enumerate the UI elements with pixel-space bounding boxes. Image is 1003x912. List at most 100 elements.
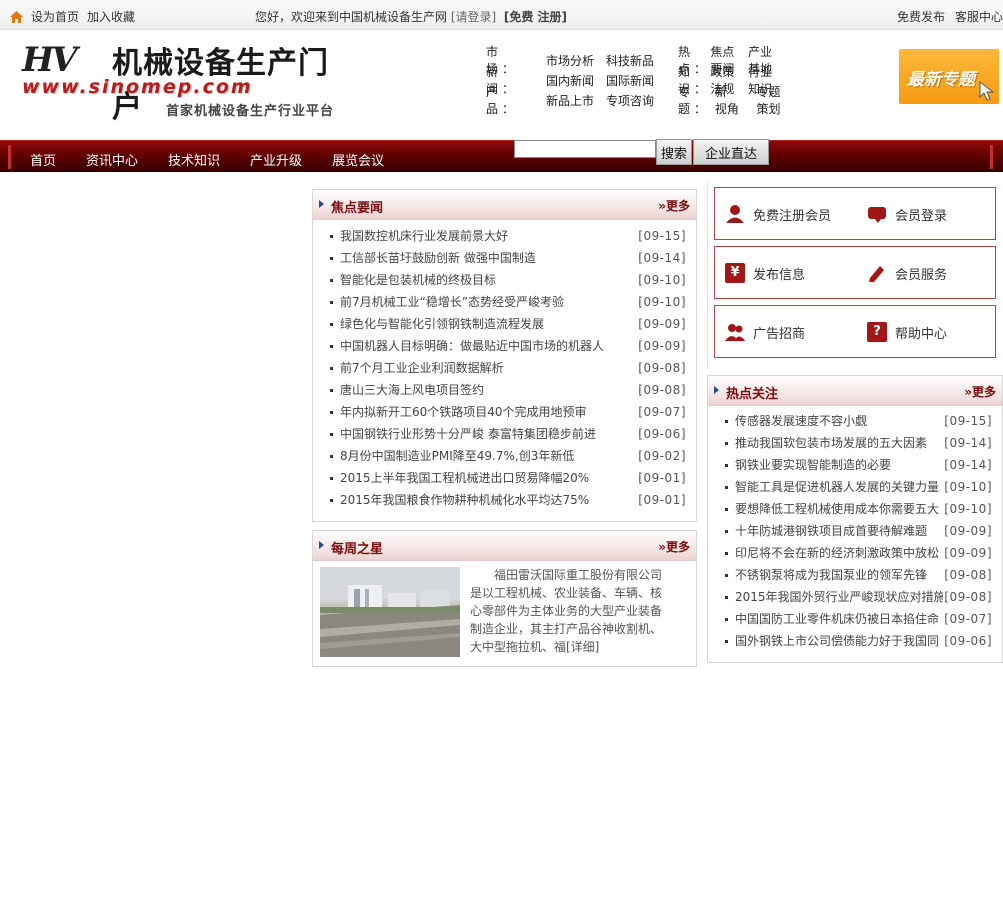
list-item: 中国机器人目标明确：做最贴近中国市场的机器人 [09-09] — [313, 335, 696, 357]
focus-news-list: 我国数控机床行业发展前景大好 [09-15] 工信部长苗圩鼓励创新 做强中国制造 [… — [313, 225, 696, 511]
news-link[interactable]: 不锈钢泵将成为我国泵业的领军先锋 — [735, 564, 943, 586]
panel-header: 每周之星 »更多 — [313, 531, 696, 561]
news-date: [09-09] — [638, 317, 686, 331]
nav-news-center[interactable]: 资讯中心 — [86, 150, 138, 169]
yen-icon: ¥ — [725, 263, 745, 283]
nav-link[interactable]: 国内新闻 — [546, 72, 594, 89]
nav-exhibitions[interactable]: 展览会议 — [332, 150, 384, 169]
nav-label: 产 品： — [486, 85, 519, 116]
news-link[interactable]: 2015年我国粮食作物耕种机械化水平均达75% — [340, 489, 608, 511]
nav-link[interactable]: 新品上市 — [546, 92, 594, 109]
news-link[interactable]: 智能化是包装机械的终极目标 — [340, 269, 608, 291]
news-link[interactable]: 印尼将不会在新的经济刺激政策中放松 — [735, 542, 943, 564]
nav-home[interactable]: 首页 — [30, 150, 56, 169]
cursor-icon — [979, 81, 995, 101]
nav-link[interactable]: 科技新品 — [606, 52, 654, 69]
nav-link[interactable]: 国际新闻 — [606, 72, 654, 89]
hot-news-list: 传感器发展速度不容小觑 [09-15] 推动我国软包装市场发展的五大因素 [09-1… — [708, 410, 1002, 652]
news-date: [09-02] — [638, 449, 686, 463]
news-date: [09-10] — [638, 295, 686, 309]
news-link[interactable]: 绿色化与智能化引领钢铁制造流程发展 — [340, 313, 608, 335]
news-link[interactable]: 2015上半年我国工程机械进出口贸易降幅20% — [340, 467, 608, 489]
news-link[interactable]: 钢铁业要实现智能制造的必要 — [735, 454, 943, 476]
weekly-star-panel: 每周之星 »更多 福田雷沃国际重工股份有限公司是以工程机械、农业装备、车辆、核心… — [312, 530, 697, 667]
service-box: 免费注册会员 会员登录 — [714, 187, 996, 240]
ad-recruit-button[interactable]: 广告招商 — [725, 322, 805, 342]
service-label: 帮助中心 — [895, 326, 948, 342]
news-link[interactable]: 中国钢铁行业形势十分严峻 泰富特集团稳步前进 — [340, 423, 608, 445]
list-item: 十年防城港钢铁项目成首要待解难题 [09-09] — [708, 520, 1002, 542]
list-item: 传感器发展速度不容小觑 [09-15] — [708, 410, 1002, 432]
welcome-message: 您好，欢迎来到中国机械设备生产网 [请登录] [免费 注册] — [255, 8, 567, 25]
service-label: 会员登录 — [895, 208, 948, 224]
pencil-icon — [869, 266, 884, 282]
member-login-button[interactable]: 会员登录 — [867, 204, 947, 224]
news-link[interactable]: 唐山三大海上风电项目签约 — [340, 379, 608, 401]
news-link[interactable]: 前7月机械工业“稳增长”态势经受严峻考验 — [340, 291, 608, 313]
news-link[interactable]: 8月份中国制造业PMI降至49.7%,创3年新低 — [340, 445, 608, 467]
question-icon: ? — [867, 322, 887, 342]
news-date: [09-07] — [638, 405, 686, 419]
top-bar-right: 免费发布 客服中心 — [897, 8, 1003, 25]
member-service-button[interactable]: 会员服务 — [867, 263, 947, 283]
more-link[interactable]: »更多 — [658, 197, 690, 214]
more-link[interactable]: »更多 — [658, 538, 690, 555]
search-button[interactable]: 搜索 — [656, 139, 692, 165]
news-date: [09-10] — [638, 273, 686, 287]
news-link[interactable]: 2015年我国外贸行业严峻现状应对措施 — [735, 586, 943, 608]
news-link[interactable]: 国外钢铁上市公司偿债能力好于我国同 — [735, 630, 943, 652]
list-item: 印尼将不会在新的经济刺激政策中放松 [09-09] — [708, 542, 1002, 564]
nav-industry-upgrade[interactable]: 产业升级 — [250, 150, 302, 169]
focus-news-panel: 焦点要闻 »更多 我国数控机床行业发展前景大好 [09-15] 工信部长苗圩鼓励创… — [312, 189, 697, 522]
header-nav-row: 产 品： 新品上市 专项咨询 专 题： 新 视角 专题策划 — [486, 85, 780, 116]
news-date: [09-09] — [638, 339, 686, 353]
top-bar: 设为首页 加入收藏 您好，欢迎来到中国机械设备生产网 [请登录] [免费 注册]… — [0, 0, 1003, 30]
free-post-link[interactable]: 免费发布 — [897, 8, 945, 25]
news-link[interactable]: 智能工具是促进机器人发展的关键力量 — [735, 476, 943, 498]
register-link[interactable]: [免费 注册] — [504, 10, 567, 24]
news-link[interactable]: 中国机器人目标明确：做最贴近中国市场的机器人 — [340, 335, 608, 357]
login-link[interactable]: [请登录] — [451, 10, 496, 24]
panel-header: 焦点要闻 »更多 — [313, 190, 696, 220]
news-date: [09-08] — [944, 568, 992, 582]
nav-link[interactable]: 新 视角 — [715, 83, 745, 117]
set-home-link[interactable]: 设为首页 — [31, 8, 79, 25]
news-link[interactable]: 工信部长苗圩鼓励创新 做强中国制造 — [340, 247, 608, 269]
add-favorite-link[interactable]: 加入收藏 — [87, 8, 135, 25]
free-register-button[interactable]: 免费注册会员 — [725, 204, 831, 224]
news-date: [09-06] — [638, 427, 686, 441]
news-date: [09-14] — [638, 251, 686, 265]
latest-topics-banner[interactable]: 最新专题 — [899, 49, 999, 104]
nav-tech-knowledge[interactable]: 技术知识 — [168, 150, 220, 169]
help-center-button[interactable]: ? 帮助中心 — [867, 322, 947, 342]
panel-title: 热点关注 — [726, 387, 779, 402]
company-direct-button[interactable]: 企业直达 — [693, 139, 769, 165]
news-link[interactable]: 前7个月工业企业利润数据解析 — [340, 357, 608, 379]
company-photo[interactable] — [320, 567, 460, 657]
list-item: 推动我国软包装市场发展的五大因素 [09-14] — [708, 432, 1002, 454]
service-center-link[interactable]: 客服中心 — [955, 8, 1003, 25]
nav-link[interactable]: 专题策划 — [756, 83, 786, 117]
panel-title: 焦点要闻 — [331, 201, 384, 216]
chat-icon — [868, 207, 886, 223]
news-date: [09-08] — [944, 590, 992, 604]
post-info-button[interactable]: ¥ 发布信息 — [725, 263, 805, 283]
service-box: 广告招商 ? 帮助中心 — [714, 305, 996, 358]
nav-link[interactable]: 市场分析 — [546, 52, 594, 69]
news-date: [09-07] — [944, 612, 992, 626]
news-link[interactable]: 年内拟新开工60个铁路项目40个完成用地预审 — [340, 401, 608, 423]
more-link[interactable]: »更多 — [964, 383, 996, 400]
site-logo[interactable]: HV 机械设备生产门户 www.sinomep.com 首家机械设备生产行业平台 — [20, 38, 350, 125]
news-link[interactable]: 中国国防工业零件机床仍被日本掐住命 — [735, 608, 943, 630]
news-link[interactable]: 传感器发展速度不容小觑 — [735, 410, 943, 432]
news-link[interactable]: 推动我国软包装市场发展的五大因素 — [735, 432, 943, 454]
news-link[interactable]: 十年防城港钢铁项目成首要待解难题 — [735, 520, 943, 542]
main-nav-bar: 首页 资讯中心 技术知识 产业升级 展览会议 — [0, 140, 1003, 172]
news-link[interactable]: 要想降低工程机械使用成本你需要五大 — [735, 498, 943, 520]
triangle-icon — [319, 200, 324, 208]
list-item: 我国数控机床行业发展前景大好 [09-15] — [313, 225, 696, 247]
nav-link[interactable]: 专项咨询 — [606, 92, 654, 109]
list-item: 唐山三大海上风电项目签约 [09-08] — [313, 379, 696, 401]
search-input[interactable] — [514, 140, 656, 158]
news-link[interactable]: 我国数控机床行业发展前景大好 — [340, 225, 608, 247]
